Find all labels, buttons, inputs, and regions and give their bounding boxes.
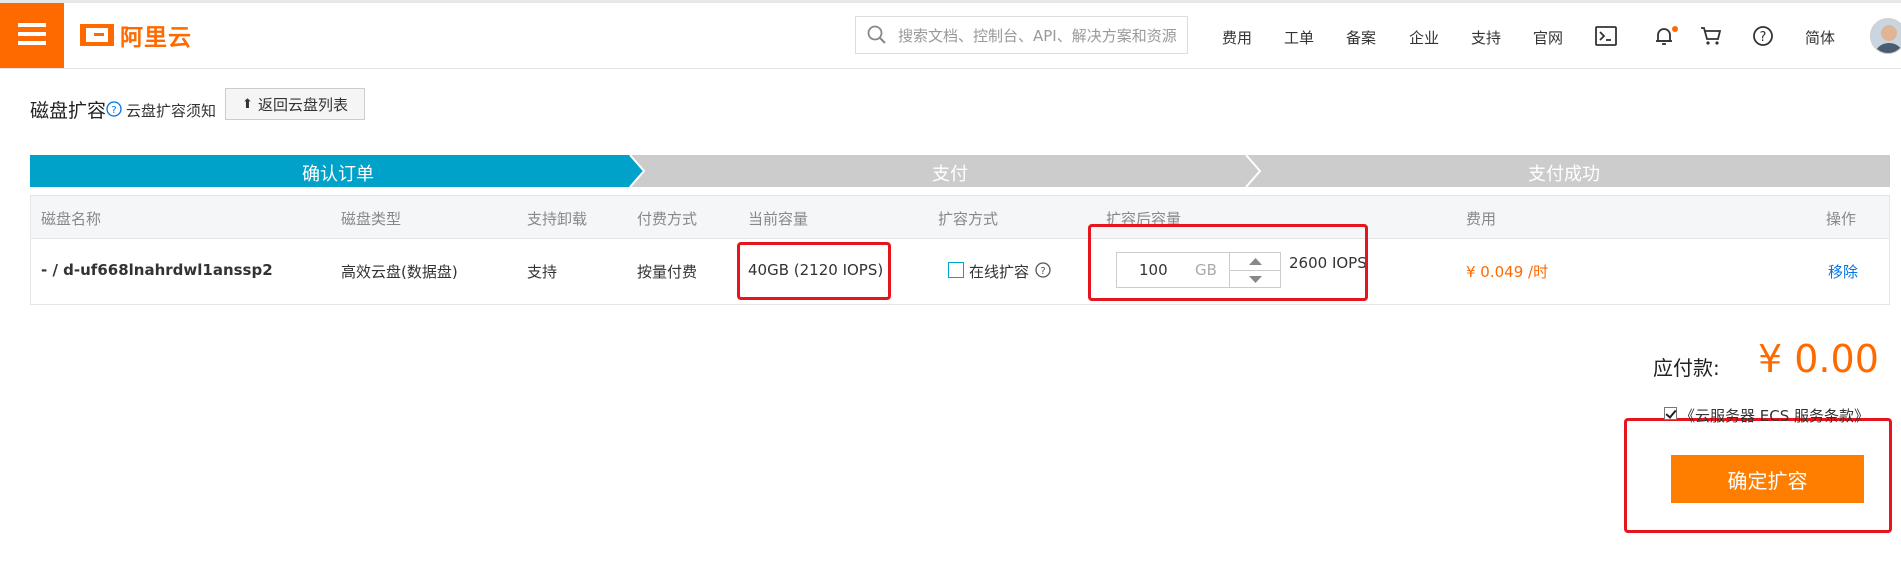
language-switch[interactable]: 简体 xyxy=(1805,27,1835,48)
amount-due-value: ¥ 0.00 xyxy=(1758,337,1879,381)
nav-enterprise[interactable]: 企业 xyxy=(1409,27,1439,48)
cart-icon[interactable] xyxy=(1699,24,1723,48)
nav-tickets[interactable]: 工单 xyxy=(1284,27,1314,48)
avatar[interactable] xyxy=(1870,18,1901,54)
highlight-new-capacity xyxy=(1088,224,1368,301)
detachable-value: 支持 xyxy=(527,263,558,281)
col-current-capacity: 当前容量 xyxy=(748,210,809,228)
back-button-label: 返回云盘列表 xyxy=(257,95,348,114)
nav-support[interactable]: 支持 xyxy=(1471,27,1501,48)
back-to-disk-list-button[interactable]: ⬆ 返回云盘列表 xyxy=(225,88,365,120)
svg-text:?: ? xyxy=(1040,266,1045,277)
fee-value: ¥ 0.049 /时 xyxy=(1466,263,1549,281)
logo-text: 阿里云 xyxy=(120,25,192,51)
expand-notice-link[interactable]: 云盘扩容须知 xyxy=(126,100,216,121)
col-actions: 操作 xyxy=(1826,210,1857,228)
search-icon xyxy=(867,25,886,44)
search-input[interactable]: 搜索文档、控制台、API、解决方案和资源 xyxy=(855,16,1188,54)
col-billing: 付费方式 xyxy=(637,210,698,228)
table-header: 磁盘名称 磁盘类型 支持卸载 付费方式 当前容量 扩容方式 扩容后容量 费用 操… xyxy=(31,196,1889,239)
svg-text:?: ? xyxy=(111,105,116,116)
disk-table: 磁盘名称 磁盘类型 支持卸载 付费方式 当前容量 扩容方式 扩容后容量 费用 操… xyxy=(30,195,1890,305)
user-avatar-icon xyxy=(1871,19,1901,53)
step-payment: 支付 xyxy=(932,164,968,185)
menu-icon-bar xyxy=(18,32,46,36)
nav-icp[interactable]: 备案 xyxy=(1346,27,1376,48)
help-icon[interactable]: ? xyxy=(1751,24,1775,48)
top-divider xyxy=(0,0,1901,3)
terms-link[interactable]: 《云服务器 ECS 服务条款》 xyxy=(1680,405,1869,426)
menu-icon-bar xyxy=(18,23,46,27)
notification-dot xyxy=(1672,26,1678,32)
online-expand-checkbox[interactable] xyxy=(948,262,964,278)
col-detachable: 支持卸载 xyxy=(527,210,588,228)
question-icon[interactable]: ? xyxy=(1035,262,1051,278)
aliyun-logo[interactable]: 阿里云 xyxy=(80,22,192,51)
nav-official-site[interactable]: 官网 xyxy=(1533,27,1563,48)
col-expand-method: 扩容方式 xyxy=(938,210,999,228)
remove-link[interactable]: 移除 xyxy=(1828,261,1858,282)
progress-steps: 确认订单 支付 支付成功 xyxy=(30,155,1890,187)
svg-text:?: ? xyxy=(1760,30,1767,45)
search-placeholder: 搜索文档、控制台、API、解决方案和资源 xyxy=(898,26,1177,45)
highlight-current-capacity xyxy=(737,242,891,300)
question-icon[interactable]: ? xyxy=(106,101,122,117)
amount-due-label: 应付款: xyxy=(1653,356,1720,380)
hamburger-menu-button[interactable] xyxy=(0,3,64,68)
col-disk-name: 磁盘名称 xyxy=(41,210,102,228)
step-confirm-order: 确认订单 xyxy=(302,164,374,185)
col-fee: 费用 xyxy=(1466,210,1497,228)
menu-icon-bar xyxy=(18,41,46,45)
upload-arrow-icon: ⬆ xyxy=(242,96,253,112)
terms-checkbox[interactable] xyxy=(1664,407,1677,420)
disk-name: - / d-uf668lnahrdwl1anssp2 xyxy=(41,261,273,279)
aliyun-logo-icon xyxy=(80,24,114,46)
top-navigation-bar: 阿里云 搜索文档、控制台、API、解决方案和资源 费用 工单 备案 企业 支持 … xyxy=(0,0,1901,69)
billing-value: 按量付费 xyxy=(637,263,698,281)
page-title: 磁盘扩容 xyxy=(30,100,107,122)
confirm-expand-button[interactable]: 确定扩容 xyxy=(1671,455,1864,503)
nav-fees[interactable]: 费用 xyxy=(1222,27,1252,48)
disk-type: 高效云盘(数据盘) xyxy=(341,263,458,281)
step-payment-success: 支付成功 xyxy=(1528,164,1600,185)
online-expand-label: 在线扩容 xyxy=(969,263,1030,281)
terminal-icon[interactable] xyxy=(1594,24,1618,48)
col-disk-type: 磁盘类型 xyxy=(341,210,402,228)
